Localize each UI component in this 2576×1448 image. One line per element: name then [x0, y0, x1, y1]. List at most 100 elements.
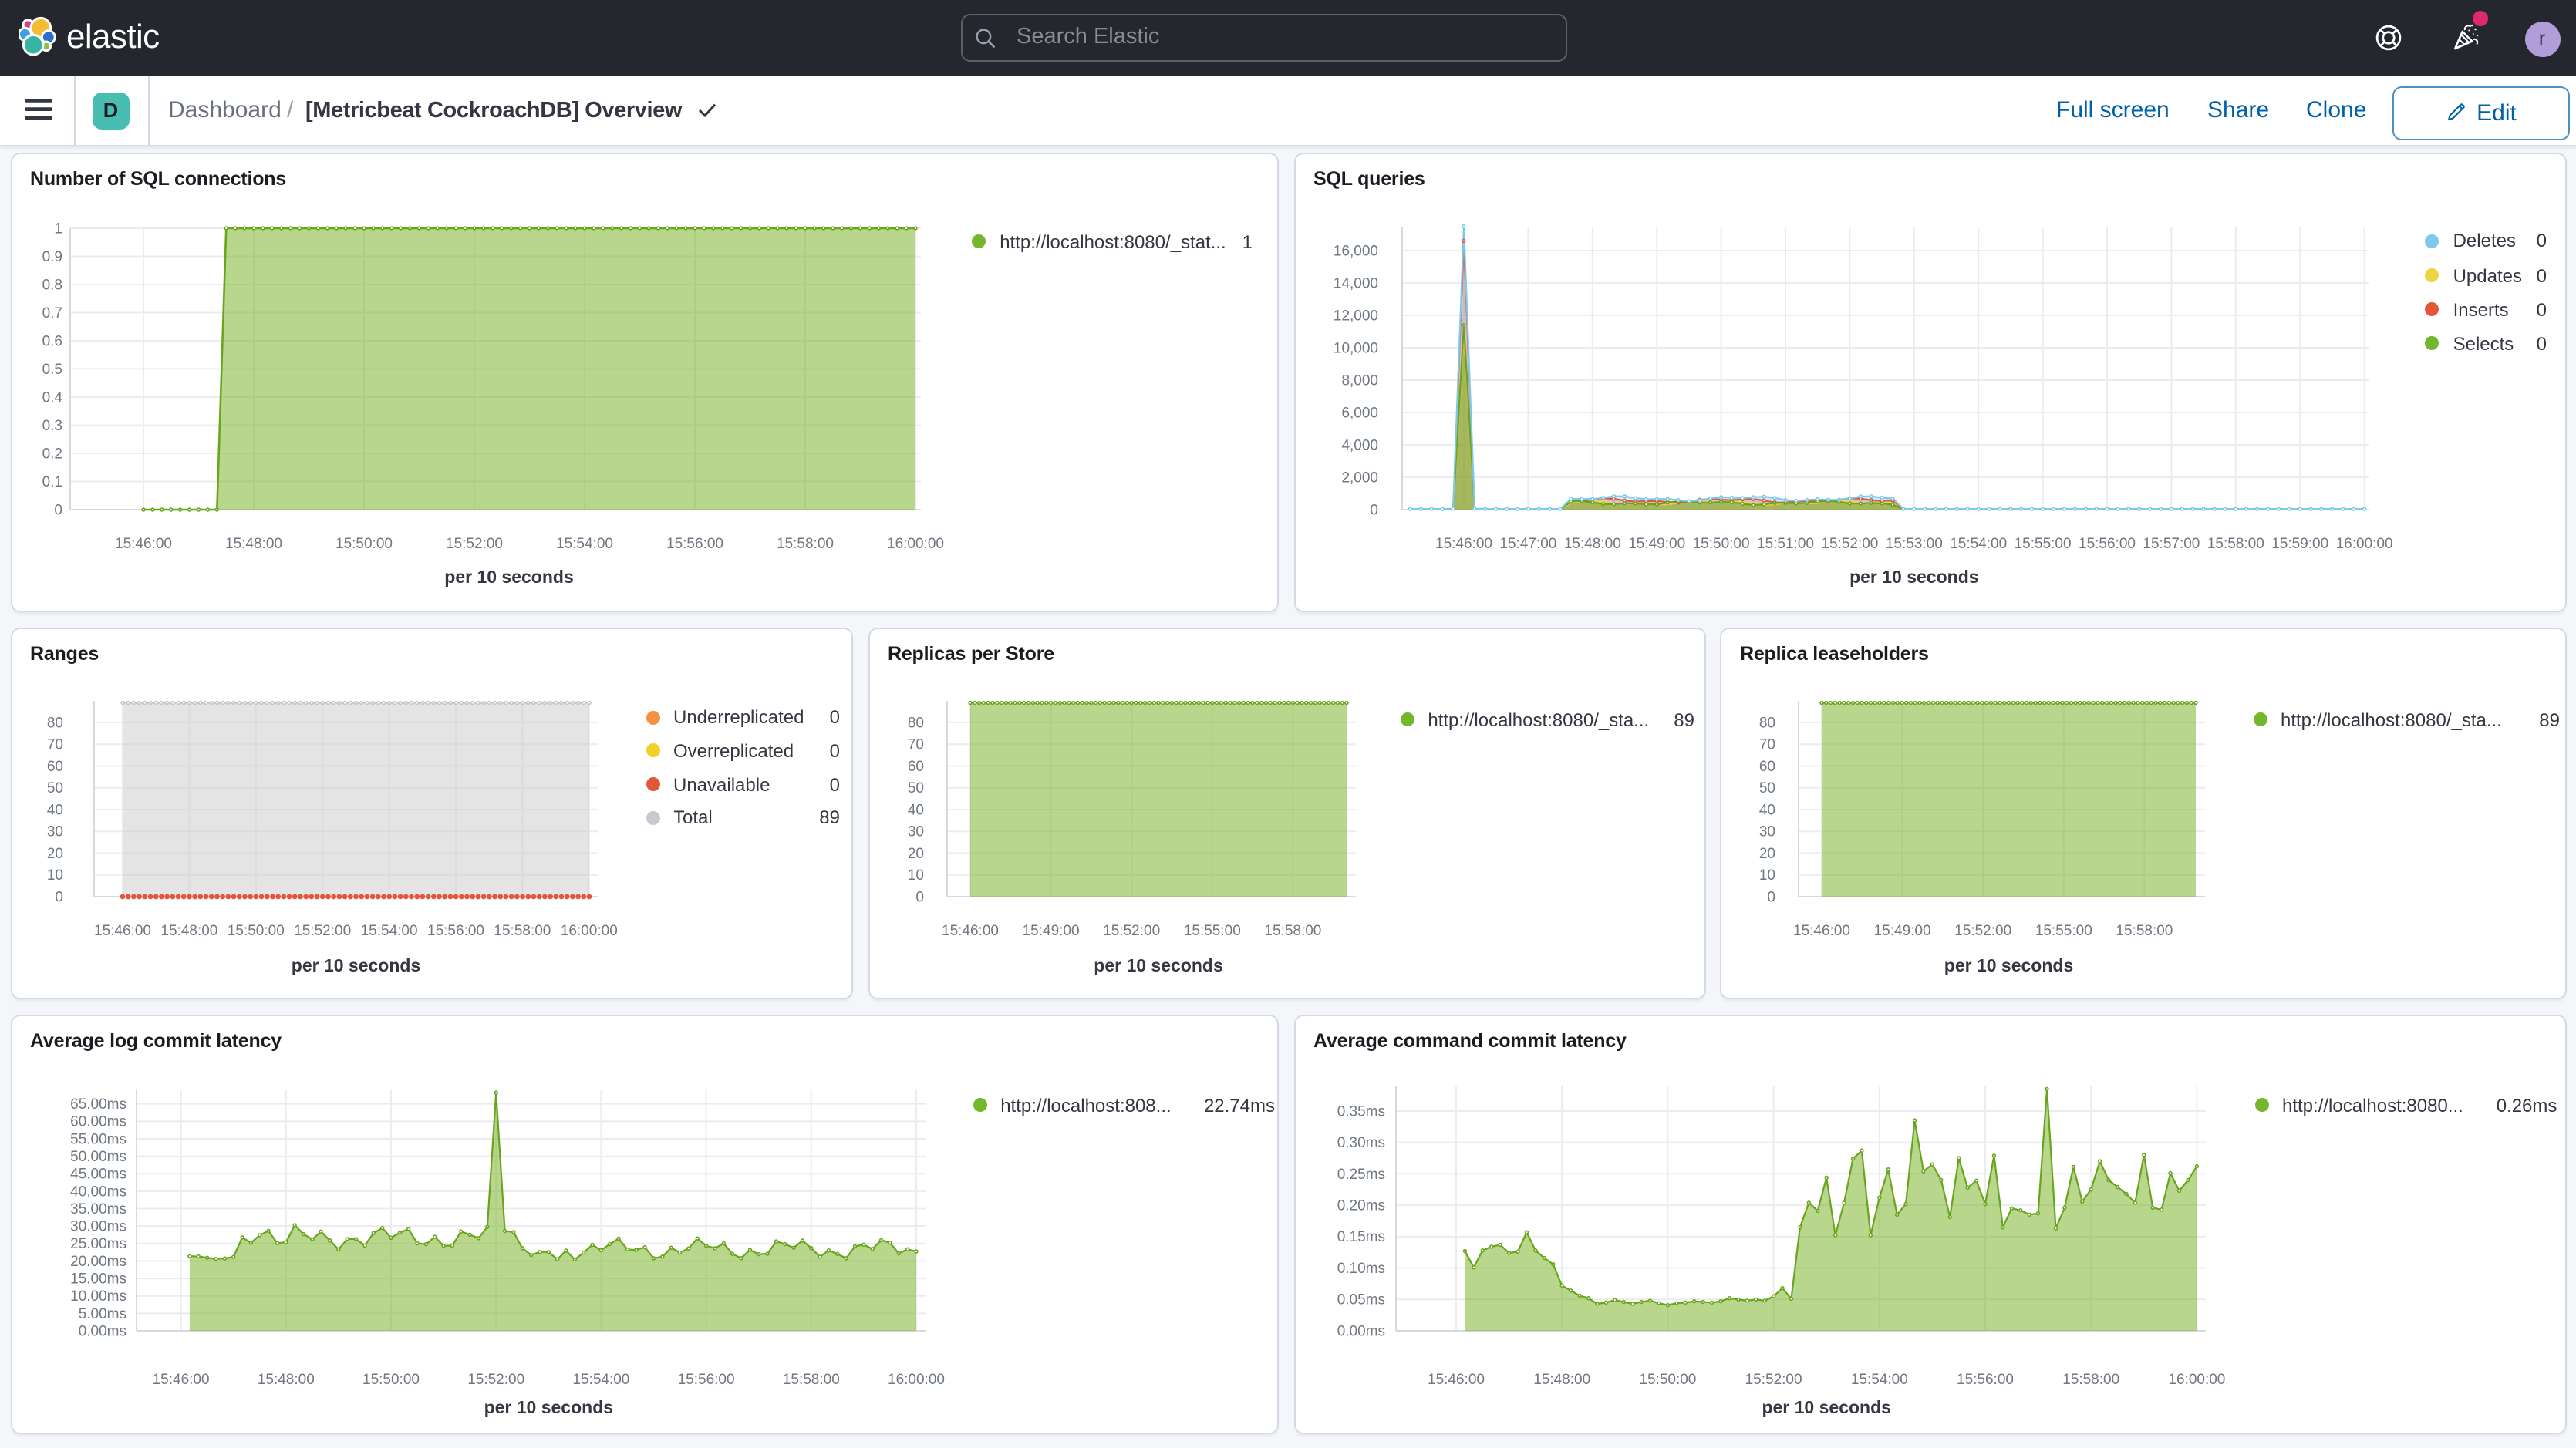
- svg-text:0.3: 0.3: [42, 417, 62, 433]
- svg-text:15:57:00: 15:57:00: [2142, 535, 2199, 551]
- svg-text:15:49:00: 15:49:00: [1874, 923, 1931, 939]
- svg-text:15:52:00: 15:52:00: [293, 923, 350, 939]
- svg-text:20: 20: [1759, 846, 1775, 862]
- svg-text:1: 1: [53, 220, 62, 236]
- svg-text:0: 0: [1767, 889, 1775, 905]
- svg-text:0.2: 0.2: [42, 445, 62, 461]
- svg-text:15:50:00: 15:50:00: [1692, 535, 1749, 551]
- svg-text:per 10 seconds: per 10 seconds: [1761, 1396, 1890, 1416]
- svg-text:4,000: 4,000: [1340, 436, 1377, 453]
- svg-text:0.9: 0.9: [42, 248, 62, 264]
- svg-text:15:58:00: 15:58:00: [782, 1371, 839, 1387]
- svg-text:25.00ms: 25.00ms: [69, 1235, 126, 1251]
- svg-text:70: 70: [46, 737, 62, 753]
- svg-text:15:52:00: 15:52:00: [467, 1371, 524, 1387]
- svg-text:15:46:00: 15:46:00: [152, 1371, 209, 1387]
- svg-text:16:00:00: 16:00:00: [560, 923, 617, 939]
- svg-text:15:56:00: 15:56:00: [666, 535, 723, 551]
- svg-text:30: 30: [1759, 824, 1775, 840]
- svg-text:0.15ms: 0.15ms: [1337, 1228, 1384, 1244]
- svg-text:0.20ms: 0.20ms: [1337, 1197, 1384, 1214]
- svg-text:15:49:00: 15:49:00: [1627, 535, 1684, 551]
- svg-text:20: 20: [907, 846, 923, 862]
- svg-text:50: 50: [907, 780, 923, 796]
- svg-text:2,000: 2,000: [1340, 469, 1377, 485]
- svg-text:15:47:00: 15:47:00: [1499, 535, 1556, 551]
- svg-text:0.05ms: 0.05ms: [1337, 1291, 1384, 1308]
- svg-text:15:48:00: 15:48:00: [160, 923, 217, 939]
- svg-text:15:46:00: 15:46:00: [1435, 535, 1492, 551]
- svg-text:15:54:00: 15:54:00: [555, 535, 612, 551]
- svg-text:80: 80: [46, 715, 62, 731]
- svg-text:15:58:00: 15:58:00: [2116, 923, 2173, 939]
- svg-text:50: 50: [1759, 780, 1775, 796]
- svg-text:15:46:00: 15:46:00: [93, 923, 150, 939]
- svg-text:30: 30: [46, 824, 62, 840]
- svg-text:15:50:00: 15:50:00: [335, 535, 392, 551]
- svg-text:15:54:00: 15:54:00: [360, 923, 417, 939]
- svg-text:15:46:00: 15:46:00: [1427, 1371, 1484, 1387]
- svg-text:16:00:00: 16:00:00: [887, 1371, 944, 1387]
- svg-text:14,000: 14,000: [1333, 274, 1377, 291]
- svg-text:15:54:00: 15:54:00: [572, 1371, 629, 1387]
- svg-text:0.7: 0.7: [42, 305, 62, 321]
- svg-text:60: 60: [1759, 759, 1775, 775]
- svg-text:15:46:00: 15:46:00: [1793, 923, 1850, 939]
- svg-text:50.00ms: 50.00ms: [69, 1148, 126, 1164]
- svg-text:per 10 seconds: per 10 seconds: [1849, 566, 1978, 586]
- svg-text:5.00ms: 5.00ms: [78, 1305, 126, 1322]
- svg-text:per 10 seconds: per 10 seconds: [1093, 955, 1222, 975]
- svg-text:0.6: 0.6: [42, 332, 62, 349]
- svg-text:15:48:00: 15:48:00: [257, 1371, 314, 1387]
- svg-text:10,000: 10,000: [1333, 339, 1377, 355]
- svg-text:60: 60: [907, 759, 923, 775]
- svg-text:60.00ms: 60.00ms: [69, 1113, 126, 1130]
- svg-text:0.30ms: 0.30ms: [1337, 1134, 1384, 1150]
- svg-text:16:00:00: 16:00:00: [2335, 535, 2392, 551]
- svg-text:0.00ms: 0.00ms: [1337, 1322, 1384, 1339]
- svg-text:0.25ms: 0.25ms: [1337, 1166, 1384, 1182]
- svg-text:0.8: 0.8: [42, 276, 62, 292]
- svg-text:16:00:00: 16:00:00: [886, 535, 943, 551]
- svg-text:0.35ms: 0.35ms: [1337, 1103, 1384, 1119]
- svg-text:15:56:00: 15:56:00: [677, 1371, 734, 1387]
- svg-text:15:55:00: 15:55:00: [2014, 535, 2071, 551]
- svg-text:40: 40: [1759, 802, 1775, 818]
- svg-text:0.10ms: 0.10ms: [1337, 1260, 1384, 1276]
- svg-text:65.00ms: 65.00ms: [69, 1096, 126, 1112]
- svg-text:15:46:00: 15:46:00: [114, 535, 171, 551]
- svg-text:15.00ms: 15.00ms: [69, 1270, 126, 1286]
- svg-text:15:52:00: 15:52:00: [1102, 923, 1159, 939]
- svg-text:16,000: 16,000: [1333, 242, 1377, 258]
- svg-text:15:58:00: 15:58:00: [2207, 535, 2264, 551]
- svg-text:15:54:00: 15:54:00: [1949, 535, 2006, 551]
- svg-text:35.00ms: 35.00ms: [69, 1200, 126, 1217]
- svg-text:70: 70: [1759, 737, 1775, 753]
- svg-text:15:48:00: 15:48:00: [1563, 535, 1620, 551]
- svg-text:40: 40: [907, 802, 923, 818]
- svg-text:60: 60: [46, 759, 62, 775]
- svg-text:15:48:00: 15:48:00: [1532, 1371, 1590, 1387]
- svg-text:15:55:00: 15:55:00: [2035, 923, 2092, 939]
- svg-text:10: 10: [46, 867, 62, 884]
- svg-text:0: 0: [915, 889, 923, 905]
- svg-text:20.00ms: 20.00ms: [69, 1253, 126, 1269]
- svg-text:55.00ms: 55.00ms: [69, 1130, 126, 1147]
- svg-text:per 10 seconds: per 10 seconds: [291, 955, 420, 975]
- svg-text:0: 0: [54, 889, 62, 905]
- svg-text:15:52:00: 15:52:00: [1745, 1371, 1802, 1387]
- svg-text:15:55:00: 15:55:00: [1183, 923, 1240, 939]
- svg-text:40: 40: [46, 802, 62, 818]
- svg-text:80: 80: [907, 715, 923, 731]
- svg-text:per 10 seconds: per 10 seconds: [484, 1396, 612, 1416]
- svg-text:30: 30: [907, 824, 923, 840]
- svg-text:15:58:00: 15:58:00: [776, 535, 833, 551]
- svg-text:15:50:00: 15:50:00: [227, 923, 284, 939]
- svg-text:30.00ms: 30.00ms: [69, 1218, 126, 1234]
- svg-text:15:56:00: 15:56:00: [427, 923, 484, 939]
- svg-text:0: 0: [1369, 501, 1377, 517]
- svg-text:12,000: 12,000: [1333, 307, 1377, 323]
- svg-text:10: 10: [907, 867, 923, 884]
- svg-text:0.1: 0.1: [42, 473, 62, 490]
- svg-text:15:46:00: 15:46:00: [941, 923, 998, 939]
